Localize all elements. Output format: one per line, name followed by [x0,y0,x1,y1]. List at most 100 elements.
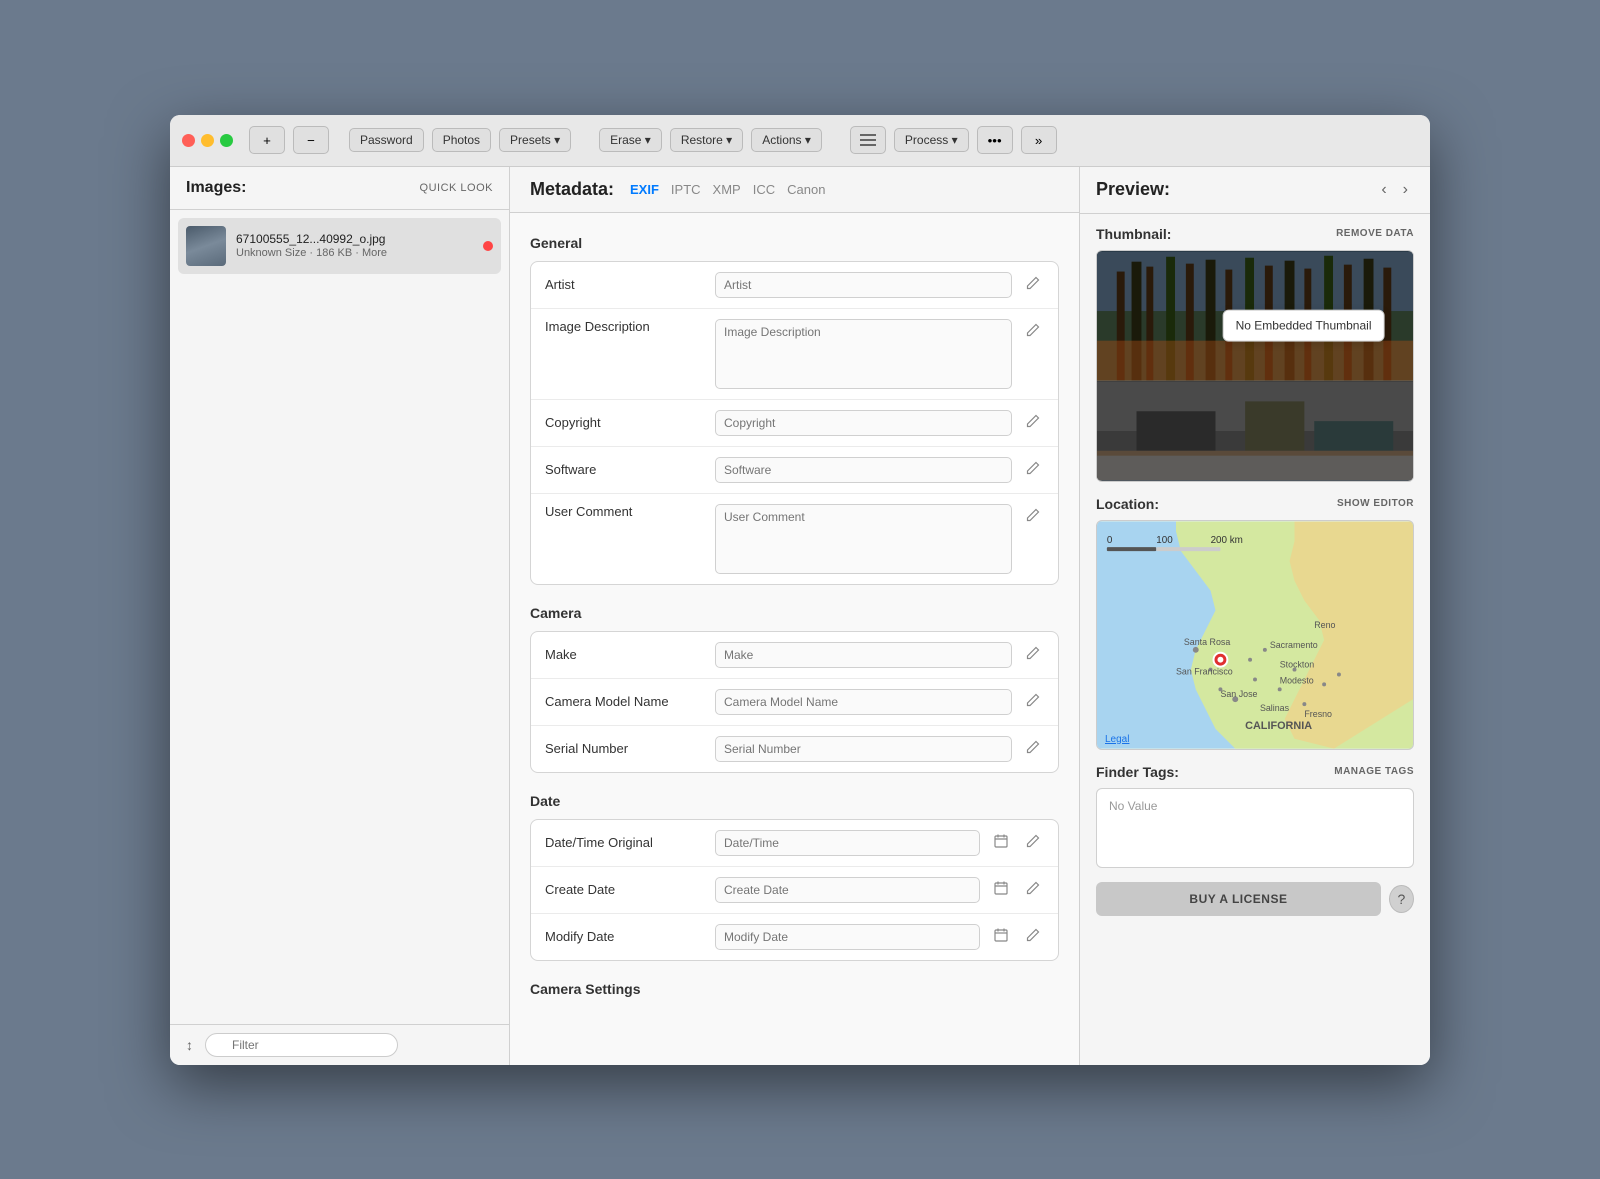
thumbnail-section-header: Thumbnail: REMOVE DATA [1096,226,1414,242]
metadata-title: Metadata: [530,179,614,200]
quick-look-button[interactable]: QUICK LOOK [420,182,493,194]
nav-arrows: ‹ › [1375,179,1414,201]
location-section-header: Location: SHOW EDITOR [1096,496,1414,512]
map-svg: Santa Rosa San Francisco San Jose Sacram… [1097,521,1413,749]
user-comment-edit-button[interactable] [1022,504,1044,529]
modify-date-calendar-button[interactable] [990,924,1012,949]
restore-button[interactable]: Restore ▾ [670,128,743,152]
svg-text:Salinas: Salinas [1260,703,1290,713]
copyright-label: Copyright [545,415,705,430]
datetime-original-input[interactable] [715,830,980,856]
artist-input-wrap [715,272,1012,298]
artist-input[interactable] [715,272,1012,298]
camera-model-label: Camera Model Name [545,694,705,709]
software-edit-button[interactable] [1022,457,1044,482]
image-item[interactable]: 67100555_12...40992_o.jpg Unknown Size ·… [178,218,501,274]
add-button[interactable]: + [249,126,285,154]
minimize-button[interactable] [201,134,214,147]
artist-label: Artist [545,277,705,292]
artist-edit-button[interactable] [1022,272,1044,297]
image-description-input[interactable] [715,319,1012,389]
tab-icc[interactable]: ICC [753,180,775,199]
image-thumbnail [186,226,226,266]
filter-wrap: ⌕ [205,1033,497,1057]
software-input[interactable] [715,457,1012,483]
copyright-input-wrap [715,410,1012,436]
camera-model-input[interactable] [715,689,1012,715]
no-value-text: No Value [1109,799,1157,813]
tab-iptc[interactable]: IPTC [671,180,701,199]
map-legal-link[interactable]: Legal [1105,734,1129,745]
svg-text:Sacramento: Sacramento [1270,639,1318,649]
svg-text:Fresno: Fresno [1304,708,1332,718]
serial-number-input[interactable] [715,736,1012,762]
expand-button[interactable]: » [1021,126,1057,154]
remove-data-button[interactable]: REMOVE DATA [1336,228,1414,239]
general-fields-card: Artist Image Description [530,261,1059,585]
close-button[interactable] [182,134,195,147]
buy-license-button[interactable]: BUY A LICENSE [1096,882,1381,916]
copyright-edit-button[interactable] [1022,410,1044,435]
more-button[interactable]: ••• [977,126,1013,154]
datetime-original-calendar-button[interactable] [990,830,1012,855]
pencil-icon [1026,323,1040,337]
actions-button[interactable]: Actions ▾ [751,128,822,152]
user-comment-field-row: User Comment [531,494,1058,584]
finder-tags-section-header: Finder Tags: MANAGE TAGS [1096,764,1414,780]
image-info: 67100555_12...40992_o.jpg Unknown Size ·… [236,232,473,259]
show-editor-button[interactable]: SHOW EDITOR [1337,498,1414,509]
tab-exif[interactable]: EXIF [630,180,659,199]
camera-model-edit-button[interactable] [1022,689,1044,714]
sidebar-header: Images: QUICK LOOK [170,167,509,210]
filter-input[interactable] [205,1033,398,1057]
next-arrow-button[interactable]: › [1397,179,1414,201]
erase-button[interactable]: Erase ▾ [599,128,662,152]
user-comment-input[interactable] [715,504,1012,574]
datetime-original-field-row: Date/Time Original [531,820,1058,867]
create-date-input[interactable] [715,877,980,903]
create-date-edit-button[interactable] [1022,877,1044,902]
presets-button[interactable]: Presets ▾ [499,128,571,152]
modify-date-edit-button[interactable] [1022,924,1044,949]
finder-tags-title: Finder Tags: [1096,764,1179,780]
tab-canon[interactable]: Canon [787,180,825,199]
preview-panel: Preview: ‹ › Thumbnail: REMOVE DATA [1080,167,1430,1065]
modified-indicator [483,241,493,251]
password-button[interactable]: Password [349,128,424,152]
sort-button[interactable] [182,1033,197,1057]
thumbnail-container: No Embedded Thumbnail [1096,250,1414,482]
image-metadata: Unknown Size · 186 KB · More [236,247,473,259]
image-description-edit-button[interactable] [1022,319,1044,344]
make-input-wrap [715,642,1012,668]
image-description-input-wrap [715,319,1012,389]
datetime-original-edit-button[interactable] [1022,830,1044,855]
datetime-original-label: Date/Time Original [545,835,705,850]
pencil-icon [1026,646,1040,660]
process-button[interactable]: Process ▾ [894,128,969,152]
artist-field-row: Artist [531,262,1058,309]
prev-arrow-button[interactable]: ‹ [1375,179,1392,201]
pencil-icon [1026,881,1040,895]
list-view-button[interactable] [850,126,886,154]
make-input[interactable] [715,642,1012,668]
copyright-input[interactable] [715,410,1012,436]
serial-number-edit-button[interactable] [1022,736,1044,761]
camera-model-field-row: Camera Model Name [531,679,1058,726]
serial-number-field-row: Serial Number [531,726,1058,772]
create-date-calendar-button[interactable] [990,877,1012,902]
svg-text:San Francisco: San Francisco [1176,666,1233,676]
maximize-button[interactable] [220,134,233,147]
map-container[interactable]: Santa Rosa San Francisco San Jose Sacram… [1096,520,1414,750]
tab-bar: EXIF IPTC XMP ICC Canon [630,180,825,199]
svg-text:Santa Rosa: Santa Rosa [1184,636,1230,646]
pencil-icon [1026,276,1040,290]
photos-button[interactable]: Photos [432,128,491,152]
remove-button[interactable]: − [293,126,329,154]
tab-xmp[interactable]: XMP [713,180,741,199]
make-edit-button[interactable] [1022,642,1044,667]
manage-tags-button[interactable]: MANAGE TAGS [1334,766,1414,777]
location-section: Location: SHOW EDITOR [1096,496,1414,750]
modify-date-input[interactable] [715,924,980,950]
camera-section-label: Camera [530,605,1059,621]
help-button[interactable]: ? [1389,885,1414,913]
